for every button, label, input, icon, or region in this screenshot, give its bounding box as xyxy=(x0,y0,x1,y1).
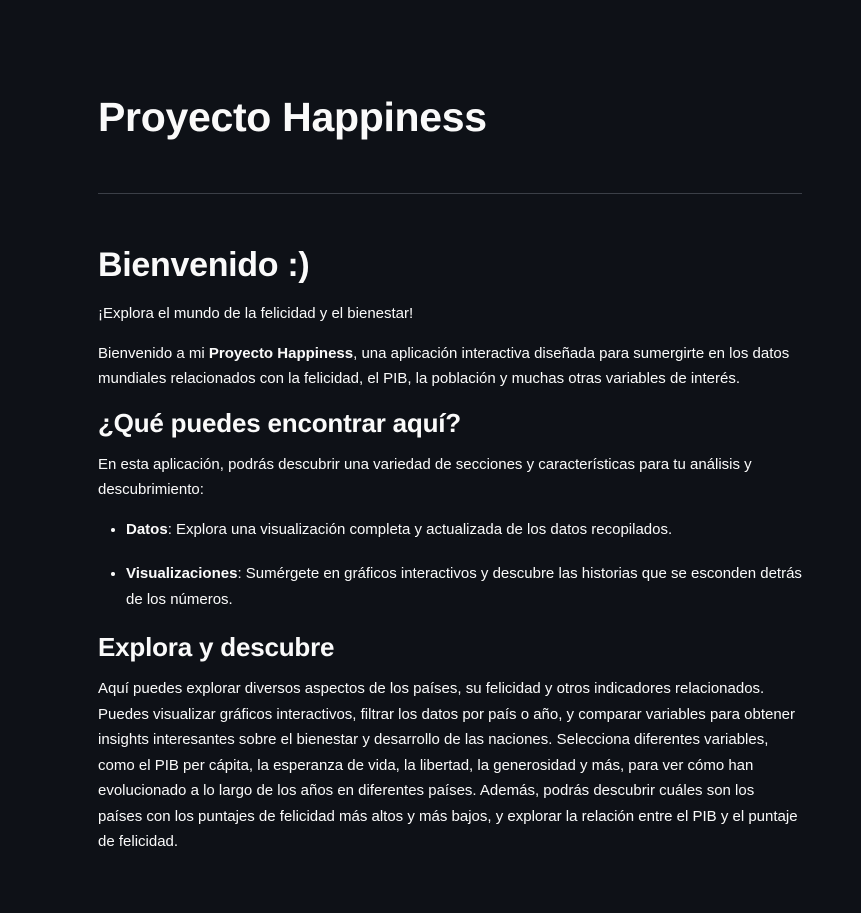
list-item-datos: Datos: Explora una visualización complet… xyxy=(126,517,802,543)
intro-project-name: Proyecto Happiness xyxy=(208,344,354,362)
list-item-name: Visualizaciones xyxy=(126,565,238,582)
title-divider xyxy=(98,193,802,194)
welcome-intro: Bienvenido a mi Proyecto Happiness, una … xyxy=(98,341,802,392)
features-list: Datos: Explora una visualización complet… xyxy=(98,517,802,613)
list-item-visualizaciones: Visualizaciones: Sumérgete en gráficos i… xyxy=(126,561,802,612)
list-item-description: : Explora una visualización completa y a… xyxy=(167,520,673,538)
explore-body: Aquí puedes explorar diversos aspectos d… xyxy=(98,680,798,850)
content-body: Bienvenido :) ¡Explora el mundo de la fe… xyxy=(98,243,802,869)
intro-prefix: Bienvenido a mi xyxy=(98,344,209,362)
features-heading: ¿Qué puedes encontrar aquí? xyxy=(98,407,461,438)
features-intro: En esta aplicación, podrás descubrir una… xyxy=(98,455,752,499)
page-title: Proyecto Happiness xyxy=(98,94,487,140)
list-item-name: Datos xyxy=(126,520,168,538)
explore-heading: Explora y descubre xyxy=(98,632,335,662)
welcome-heading: Bienvenido :) xyxy=(98,246,310,284)
welcome-tagline: ¡Explora el mundo de la felicidad y el b… xyxy=(98,305,414,322)
